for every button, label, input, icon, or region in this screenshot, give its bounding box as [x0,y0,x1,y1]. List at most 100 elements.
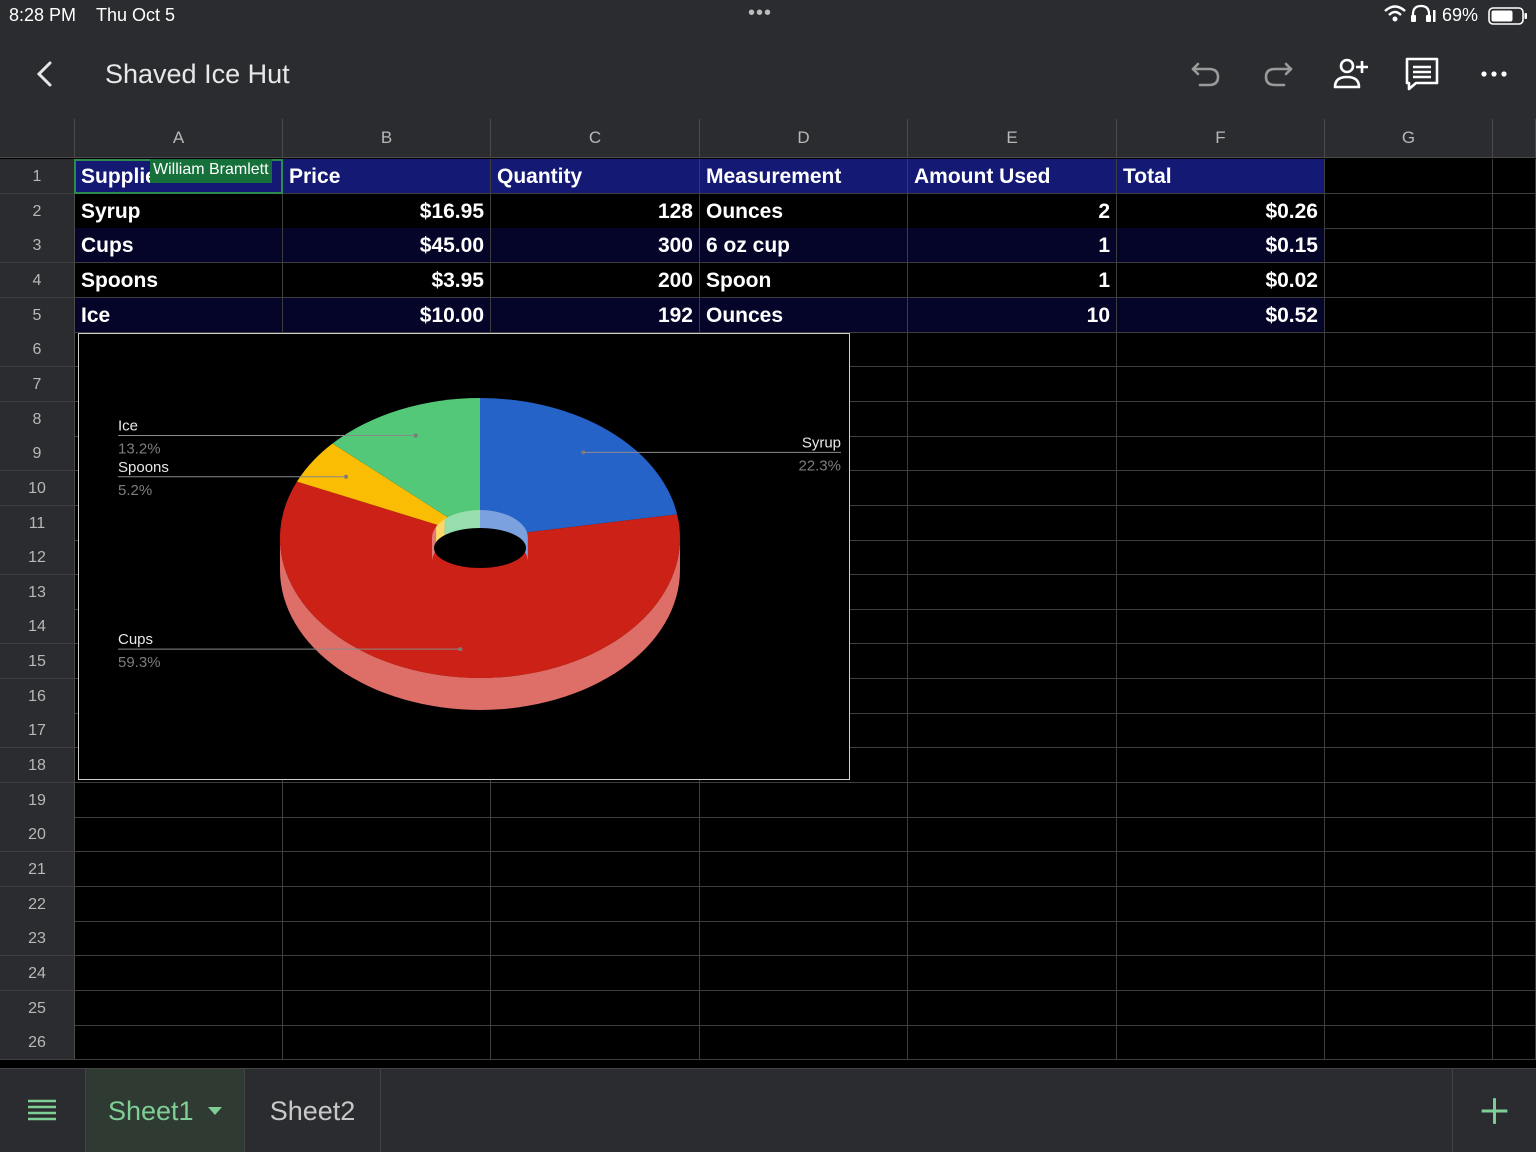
grid-cell[interactable] [1117,540,1325,576]
grid-cell[interactable] [1325,852,1493,887]
grid-cell[interactable] [908,1025,1117,1061]
data-cell[interactable]: Ice [75,297,283,333]
grid-cell[interactable] [1493,990,1536,1026]
row-header-11[interactable]: 11 [0,505,75,541]
grid-cell[interactable] [1493,401,1536,437]
column-header-b[interactable]: B [283,119,491,158]
data-cell[interactable]: $0.02 [1117,262,1325,298]
document-title[interactable]: Shaved Ice Hut [105,59,290,90]
grid-cell[interactable] [1325,921,1493,957]
row-header-13[interactable]: 13 [0,574,75,610]
grid-cell[interactable] [1117,332,1325,368]
grid-cell[interactable] [908,644,1117,680]
grid-cell[interactable] [75,990,283,1026]
grid-cell[interactable] [908,574,1117,610]
data-cell[interactable]: 2 [908,193,1117,229]
grid-cell[interactable] [1493,1025,1536,1061]
grid-cell[interactable] [908,817,1117,853]
grid-cell[interactable] [1117,782,1325,818]
grid-cell[interactable] [1117,644,1325,680]
grid-cell[interactable] [1325,159,1493,194]
comment-icon[interactable] [1402,54,1442,94]
column-header-g[interactable]: G [1325,119,1493,158]
grid-cell[interactable] [908,990,1117,1026]
grid-cell[interactable] [1117,886,1325,922]
data-cell[interactable]: Cups [75,228,283,264]
select-all-corner[interactable] [0,119,75,158]
column-header-f[interactable]: F [1117,119,1325,158]
grid-cell[interactable] [1117,1025,1325,1061]
grid-cell[interactable] [1117,505,1325,541]
grid-cell[interactable] [908,678,1117,714]
row-header-20[interactable]: 20 [0,817,75,853]
data-cell[interactable]: Ounces [700,193,908,229]
grid-cell[interactable] [1325,678,1493,714]
grid-cell[interactable] [1325,574,1493,610]
grid-cell[interactable] [1493,782,1536,818]
grid-cell[interactable] [908,505,1117,541]
row-header-25[interactable]: 25 [0,990,75,1026]
row-header-9[interactable]: 9 [0,436,75,472]
add-person-icon[interactable] [1330,54,1370,94]
data-cell[interactable]: $0.26 [1117,193,1325,229]
row-header-12[interactable]: 12 [0,540,75,576]
grid-cell[interactable] [1325,470,1493,506]
row-header-23[interactable]: 23 [0,921,75,957]
grid-cell[interactable] [908,782,1117,818]
grid-cell[interactable] [1117,990,1325,1026]
grid-cell[interactable] [283,990,491,1026]
row-header-5[interactable]: 5 [0,297,75,333]
grid-cell[interactable] [1325,332,1493,368]
grid-cell[interactable] [1493,332,1536,368]
grid-cell[interactable] [75,886,283,922]
row-header-6[interactable]: 6 [0,332,75,368]
grid-cell[interactable] [908,955,1117,991]
grid-cell[interactable] [1493,644,1536,680]
row-header-24[interactable]: 24 [0,955,75,991]
row-header-7[interactable]: 7 [0,366,75,402]
header-cell[interactable]: Amount Used [908,159,1117,194]
column-header-a[interactable]: A [75,119,283,158]
grid-cell[interactable] [1493,713,1536,749]
data-cell[interactable]: 1 [908,262,1117,298]
data-cell[interactable]: $16.95 [283,193,491,229]
grid-cell[interactable] [1117,852,1325,887]
grid-cell[interactable] [1493,193,1536,229]
row-header-21[interactable]: 21 [0,852,75,887]
data-cell[interactable]: $0.52 [1117,297,1325,333]
grid-cell[interactable] [1493,540,1536,576]
grid-cell[interactable] [75,1025,283,1061]
grid-cell[interactable] [1493,366,1536,402]
grid-cell[interactable] [283,921,491,957]
grid-cell[interactable] [1493,852,1536,887]
grid-cell[interactable] [908,436,1117,472]
grid-cell[interactable] [1325,262,1493,298]
grid-cell[interactable] [1325,193,1493,229]
row-header-16[interactable]: 16 [0,678,75,714]
grid-cell[interactable] [908,852,1117,887]
grid-cell[interactable] [283,817,491,853]
grid-cell[interactable] [1117,713,1325,749]
grid-cell[interactable] [75,921,283,957]
grid-cell[interactable] [700,782,908,818]
data-cell[interactable]: 300 [491,228,700,264]
grid-cell[interactable] [1493,297,1536,333]
row-header-3[interactable]: 3 [0,228,75,264]
grid-cell[interactable] [1325,505,1493,541]
more-options-icon[interactable] [1474,54,1514,94]
grid-cell[interactable] [1493,228,1536,264]
all-sheets-menu-icon[interactable] [26,1097,58,1125]
row-header-18[interactable]: 18 [0,748,75,784]
pie-chart[interactable]: Syrup 22.3% Cups 59.3% Spoons 5.2% Ice 13.2% [78,333,850,780]
grid-cell[interactable] [908,366,1117,402]
grid-cell[interactable] [1325,401,1493,437]
header-cell[interactable]: Price [283,159,491,194]
grid-cell[interactable] [491,990,700,1026]
column-header-c[interactable]: C [491,119,700,158]
grid-cell[interactable] [908,609,1117,645]
grid-cell[interactable] [491,817,700,853]
grid-cell[interactable] [1493,886,1536,922]
undo-icon[interactable] [1186,54,1226,94]
row-header-14[interactable]: 14 [0,609,75,645]
grid-cell[interactable] [491,886,700,922]
